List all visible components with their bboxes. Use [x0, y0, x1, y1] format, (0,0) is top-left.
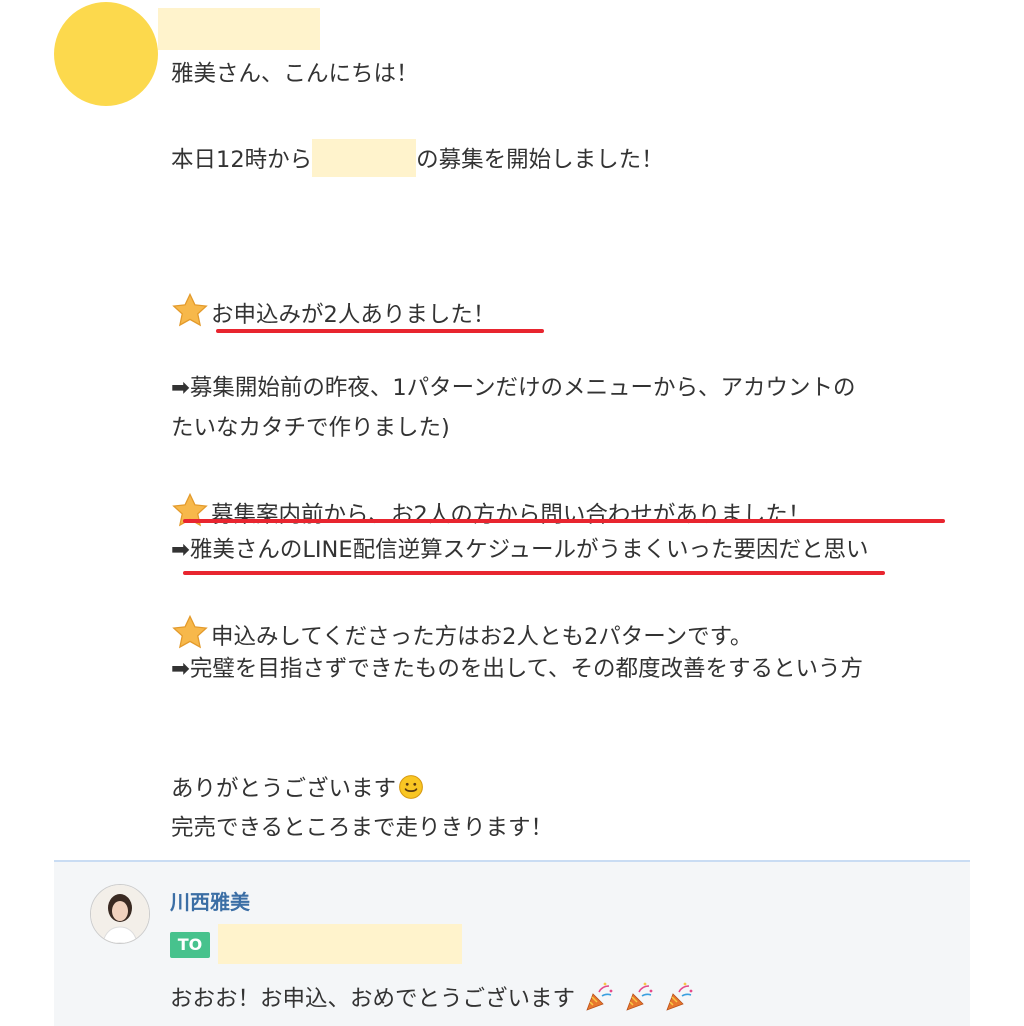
to-badge: TO [170, 932, 210, 958]
star-emoji-icon [171, 492, 209, 530]
star-emoji-icon [171, 292, 209, 330]
item2-title-row: 募集案内前から、お2人の方から問い合わせがありました！ [171, 492, 810, 530]
item1-detail-line1: ➡募集開始前の昨夜、1パターンだけのメニューから、アカウントの [171, 375, 856, 401]
smile-emoji-icon [398, 774, 424, 800]
party-popper-icon [663, 980, 695, 1012]
highlight-underline [183, 519, 945, 523]
thanks-row: ありがとうございます [171, 774, 424, 803]
start-suffix: の募集を開始しました！ [416, 147, 664, 173]
sender-name[interactable]: 川西雅美 [170, 886, 250, 915]
item2-title: 募集案内前から、お2人の方から問い合わせがありました！ [211, 502, 811, 528]
redacted-recipient [218, 924, 462, 964]
thanks-text: ありがとうございます [171, 776, 397, 802]
message-body: 雅美さん、こんにちは！ 本日12時から の募集を開始しました！ お申込みが2人あり… [171, 0, 971, 860]
item3-title-row: 申込みしてくださった方はお2人とも2パターンです。 [171, 614, 752, 652]
item2-detail: ➡雅美さんのLINE配信逆算スケジュールがうまくいった要因だと思い [171, 537, 869, 563]
start-announcement: 本日12時から の募集を開始しました！ [171, 139, 664, 177]
item1-detail-line2: たいなカタチで作りました) [171, 415, 450, 441]
highlight-underline [183, 571, 885, 575]
reply-text: おおお！お申込、おめでとうございます [170, 986, 576, 1012]
sender-avatar[interactable] [54, 2, 158, 106]
reply-text-row: おおお！お申込、おめでとうございます [170, 980, 695, 1013]
item1-title: お申込みが2人ありました！ [211, 302, 496, 328]
item1-title-row: お申込みが2人ありました！ [171, 292, 495, 330]
reply-message: 川西雅美 TO おおお！お申込、おめでとうございます [54, 860, 970, 1026]
party-popper-icon [623, 980, 655, 1012]
arrow-right-icon: ➡ [171, 537, 190, 563]
item3-title: 申込みしてくださった方はお2人とも2パターンです。 [211, 624, 753, 650]
sender-avatar[interactable] [90, 884, 150, 944]
item3-detail: ➡完璧を目指さずできたものを出して、その都度改善をするという方 [171, 656, 864, 682]
start-prefix: 本日12時から [171, 147, 313, 173]
highlight-underline [216, 329, 544, 333]
party-popper-icon [583, 980, 615, 1012]
arrow-right-icon: ➡ [171, 656, 190, 682]
redacted-service-name [312, 139, 417, 177]
greeting-text: 雅美さん、こんにちは！ [171, 61, 419, 87]
arrow-right-icon: ➡ [171, 375, 190, 401]
closing-text: 完売できるところまで走りきります！ [171, 815, 554, 841]
chat-message: 雅美さん、こんにちは！ 本日12時から の募集を開始しました！ お申込みが2人あり… [0, 0, 1024, 860]
star-emoji-icon [171, 614, 209, 652]
